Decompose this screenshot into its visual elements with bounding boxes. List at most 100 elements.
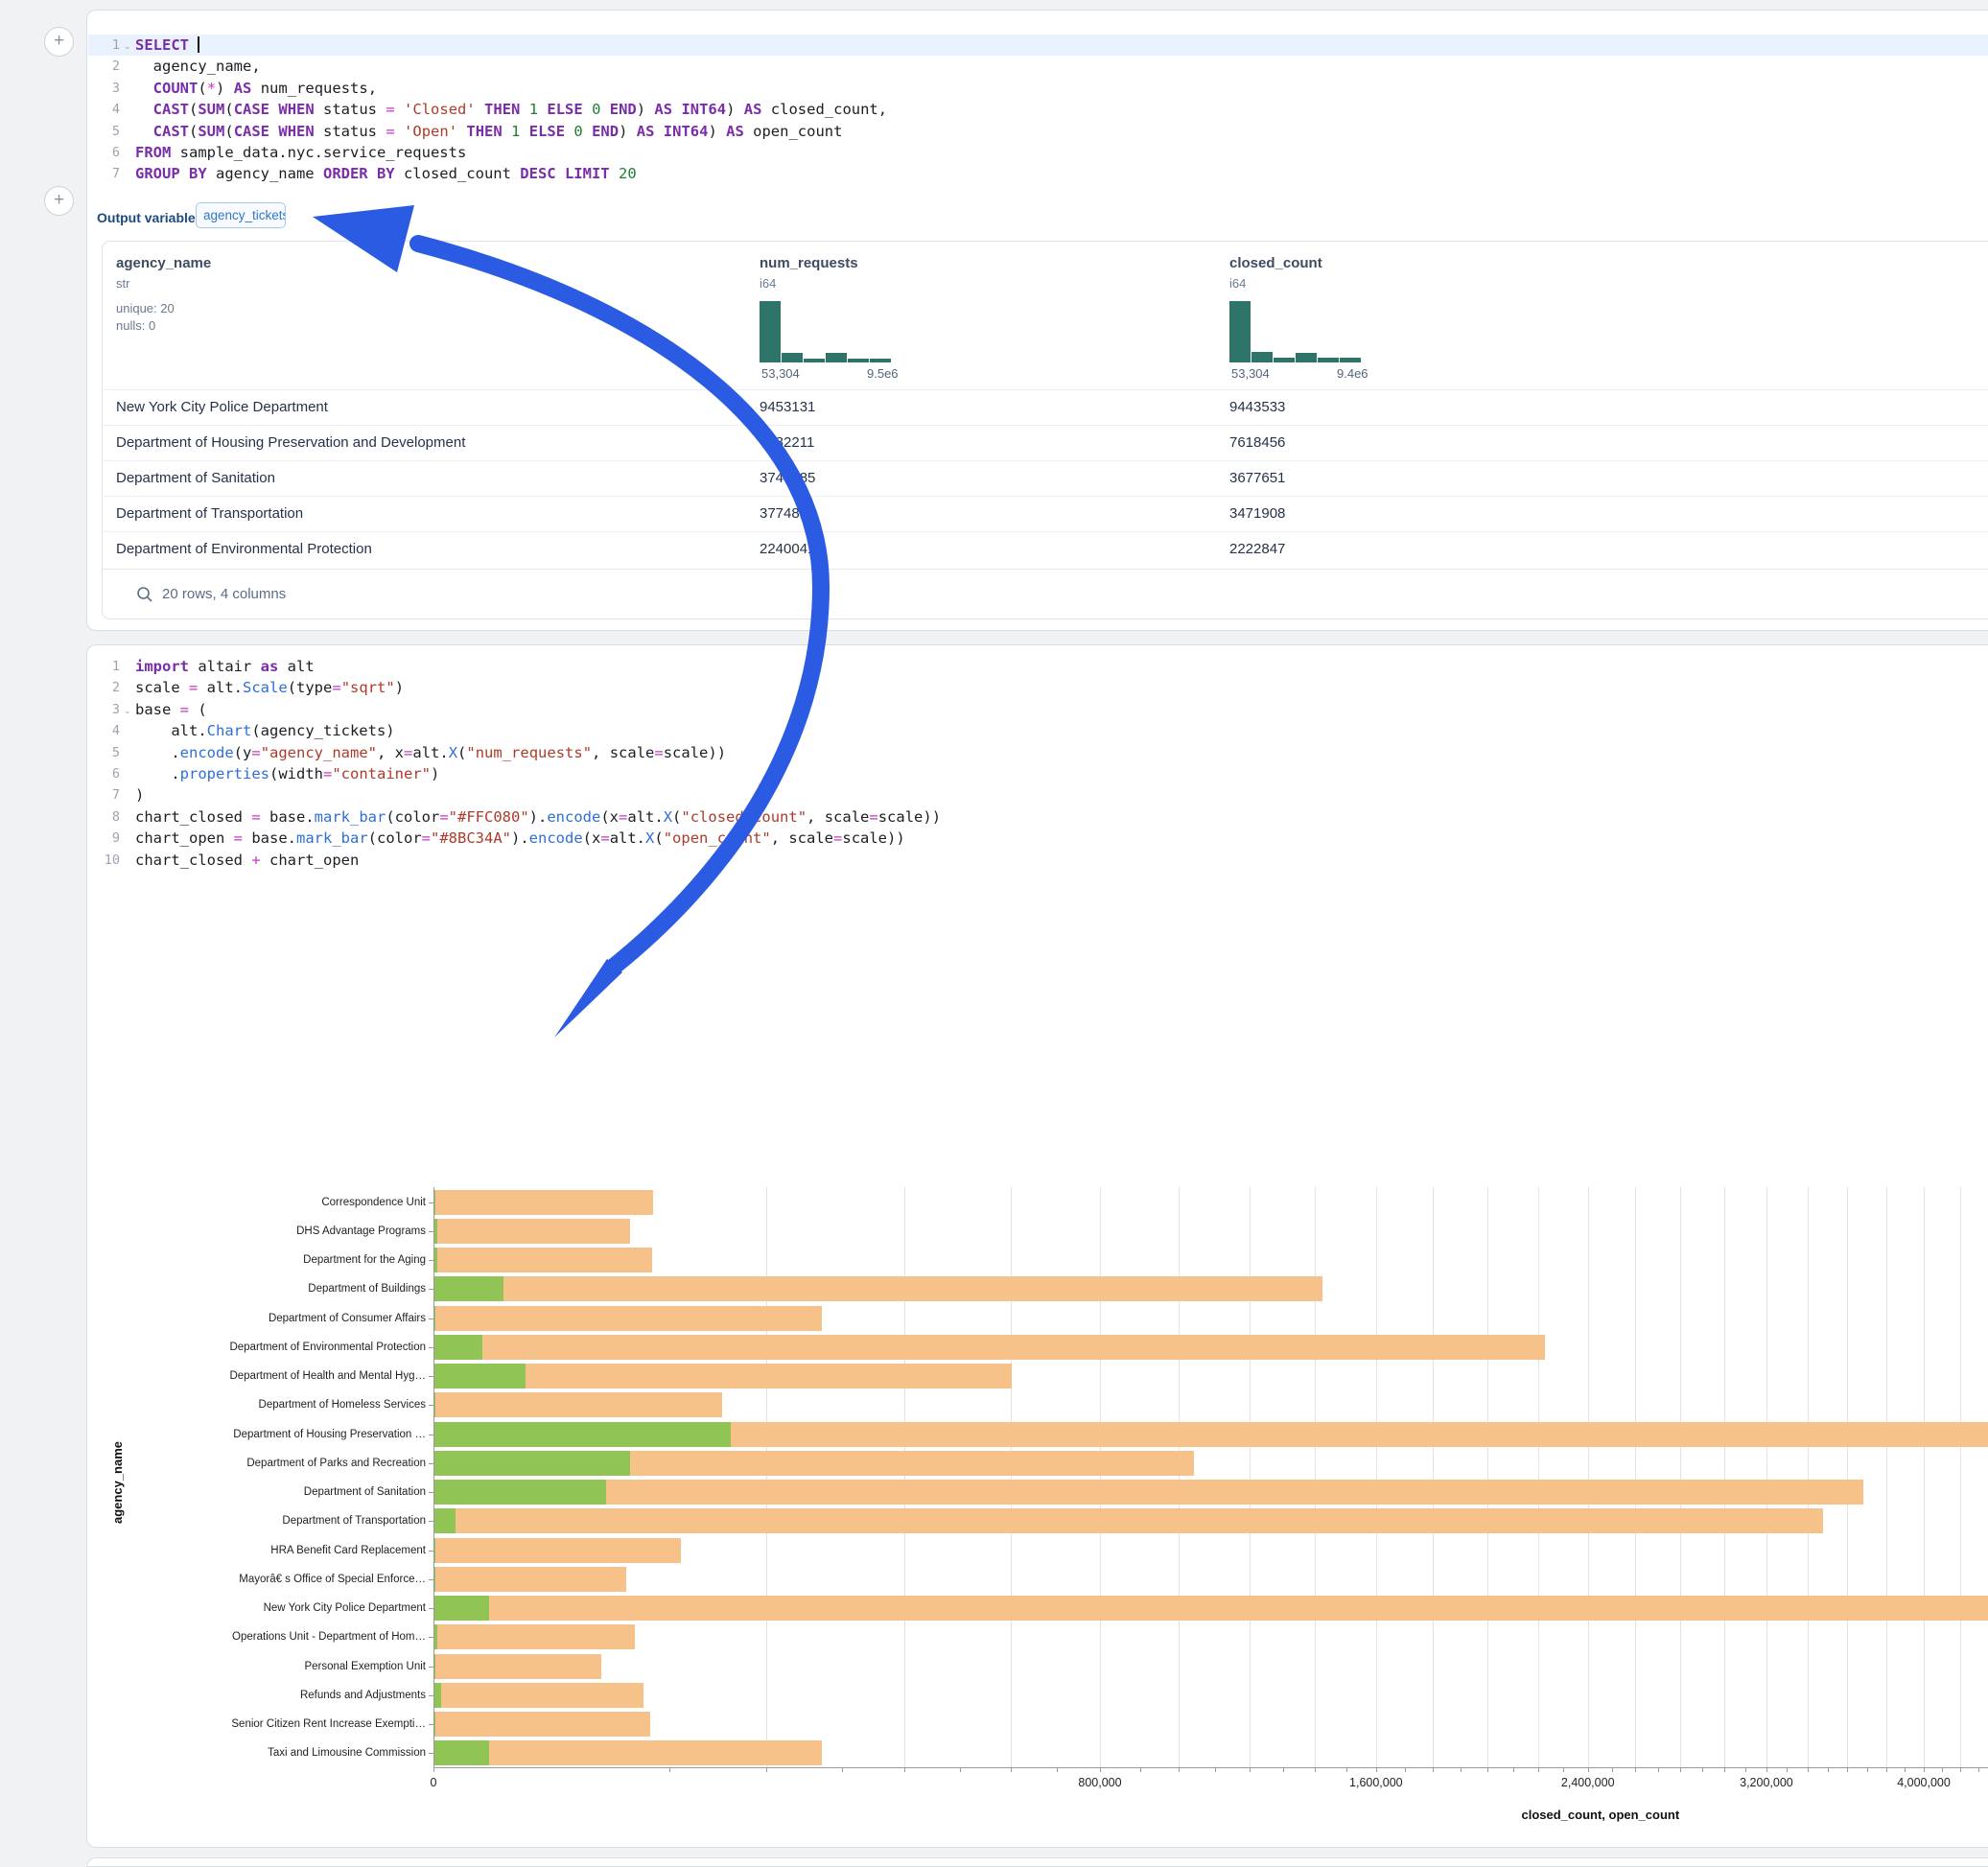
line-number: 3 xyxy=(87,78,120,99)
y-axis-tick xyxy=(429,1202,433,1203)
plus-icon: + xyxy=(54,31,64,51)
table-row[interactable]: New York City Police Department945313194… xyxy=(103,389,1988,425)
open_count-bar[interactable] xyxy=(434,1654,435,1679)
closed_count-bar[interactable] xyxy=(434,1683,643,1708)
open_count-bar[interactable] xyxy=(434,1422,731,1447)
y-axis-label: Department of Housing Preservation … xyxy=(119,1429,426,1440)
closed_count-bar[interactable] xyxy=(434,1596,1988,1621)
y-axis-label: Department of Transportation xyxy=(119,1515,426,1527)
code-line[interactable]: 5 CAST(SUM(CASE WHEN status = 'Open' THE… xyxy=(87,121,1988,142)
open_count-bar[interactable] xyxy=(434,1538,435,1563)
code-line[interactable]: 6FROM sample_data.nyc.service_requests xyxy=(87,142,1988,163)
bar-chart: 0800,0001,600,0002,400,0003,200,0004,000… xyxy=(87,645,1988,1847)
closed_count-bar[interactable] xyxy=(434,1624,635,1649)
add-cell-button-output[interactable]: + xyxy=(44,186,74,216)
gridline xyxy=(1179,1187,1180,1767)
open_count-bar[interactable] xyxy=(434,1306,435,1331)
sql-editor[interactable]: 1⌄SELECT 2 agency_name,3 COUNT(*) AS num… xyxy=(87,35,1988,185)
closed_count-bar[interactable] xyxy=(434,1740,822,1765)
closed_count-bar[interactable] xyxy=(434,1219,630,1244)
table-row[interactable]: Department of Environmental Protection22… xyxy=(103,531,1988,567)
open_count-bar[interactable] xyxy=(434,1480,606,1505)
open_count-bar[interactable] xyxy=(434,1190,435,1215)
column-histogram xyxy=(760,299,894,362)
closed_count-bar[interactable] xyxy=(434,1712,650,1737)
code-line[interactable]: 3 COUNT(*) AS num_requests, xyxy=(87,78,1988,99)
closed_count-bar[interactable] xyxy=(434,1248,652,1272)
y-axis-tick xyxy=(429,1551,433,1552)
open_count-bar[interactable] xyxy=(434,1567,435,1592)
y-axis-label: Senior Citizen Rent Increase Exempti… xyxy=(119,1718,426,1730)
closed_count-bar[interactable] xyxy=(434,1567,626,1592)
open_count-bar[interactable] xyxy=(434,1712,435,1737)
table-row[interactable]: Department of Housing Preservation and D… xyxy=(103,425,1988,460)
gridline xyxy=(1315,1187,1316,1767)
closed_count-bar[interactable] xyxy=(434,1508,1823,1533)
gridline xyxy=(1960,1187,1961,1767)
add-cell-button-top[interactable]: + xyxy=(44,27,74,57)
closed_count-bar[interactable] xyxy=(434,1335,1545,1360)
search-icon[interactable] xyxy=(135,585,154,604)
text-cursor xyxy=(198,36,199,53)
gridline xyxy=(1808,1187,1809,1767)
table-cell: 3471908 xyxy=(1229,497,1285,531)
open_count-bar[interactable] xyxy=(434,1335,482,1360)
closed_count-bar[interactable] xyxy=(434,1538,681,1563)
code-line[interactable]: 7GROUP BY agency_name ORDER BY closed_co… xyxy=(87,163,1988,184)
code-line[interactable]: 1⌄SELECT xyxy=(87,35,1988,56)
y-axis-label: Department of Health and Mental Hyg… xyxy=(119,1370,426,1382)
y-axis-tick xyxy=(429,1724,433,1725)
sql-cell: 1⌄SELECT 2 agency_name,3 COUNT(*) AS num… xyxy=(86,10,1988,631)
column-histogram xyxy=(1229,299,1364,362)
open_count-bar[interactable] xyxy=(434,1248,437,1272)
table-row[interactable]: Department of Sanitation37494853677651 xyxy=(103,460,1988,496)
x-axis-label: 4,000,000 xyxy=(1866,1776,1981,1789)
code-text: SELECT xyxy=(135,35,199,56)
code-text: agency_name, xyxy=(135,56,261,77)
closed_count-bar[interactable] xyxy=(434,1190,653,1215)
closed_count-bar[interactable] xyxy=(434,1654,601,1679)
closed_count-bar[interactable] xyxy=(434,1480,1863,1505)
y-axis-label: Taxi and Limousine Commission xyxy=(119,1747,426,1759)
output-variable-pill[interactable]: agency_tickets xyxy=(196,202,286,228)
collapse-caret-icon[interactable]: ⌄ xyxy=(124,41,131,52)
gridline xyxy=(766,1187,767,1767)
open_count-bar[interactable] xyxy=(434,1624,437,1649)
code-text: COUNT(*) AS num_requests, xyxy=(135,78,377,99)
x-axis-label: 2,400,000 xyxy=(1531,1776,1646,1789)
table-cell: 2222847 xyxy=(1229,532,1285,567)
gridline xyxy=(1100,1187,1101,1767)
open_count-bar[interactable] xyxy=(434,1364,526,1389)
open_count-bar[interactable] xyxy=(434,1740,489,1765)
column-header[interactable]: agency_name xyxy=(116,255,211,271)
table-cell: Department of Housing Preservation and D… xyxy=(116,426,465,460)
table-cell: 3749485 xyxy=(760,461,815,496)
code-line[interactable]: 4 CAST(SUM(CASE WHEN status = 'Closed' T… xyxy=(87,99,1988,120)
open_count-bar[interactable] xyxy=(434,1596,489,1621)
code-text: CAST(SUM(CASE WHEN status = 'Open' THEN … xyxy=(135,121,842,142)
y-axis-label: Refunds and Adjustments xyxy=(119,1690,426,1701)
closed_count-bar[interactable] xyxy=(434,1276,1322,1301)
y-axis-label: Department of Homeless Services xyxy=(119,1399,426,1411)
table-row[interactable]: Department of Transportation377489234719… xyxy=(103,496,1988,531)
table-cell: 9453131 xyxy=(760,390,815,425)
closed_count-bar[interactable] xyxy=(434,1392,722,1417)
y-axis-tick xyxy=(429,1289,433,1290)
histogram-min-label: 53,304 xyxy=(761,366,800,381)
closed_count-bar[interactable] xyxy=(434,1306,822,1331)
open_count-bar[interactable] xyxy=(434,1451,630,1476)
table-cell: 2240041 xyxy=(760,532,815,567)
y-axis-label: Department for the Aging xyxy=(119,1254,426,1266)
open_count-bar[interactable] xyxy=(434,1392,435,1417)
y-axis-tick xyxy=(429,1231,433,1232)
open_count-bar[interactable] xyxy=(434,1683,441,1708)
column-header[interactable]: num_requests xyxy=(760,255,858,271)
open_count-bar[interactable] xyxy=(434,1508,456,1533)
x-axis-title: closed_count, open_count xyxy=(1522,1808,1680,1822)
gridline xyxy=(1376,1187,1377,1767)
column-header[interactable]: closed_count xyxy=(1229,255,1322,271)
table-header: agency_namestrunique: 20nulls: 0num_requ… xyxy=(103,242,1988,389)
open_count-bar[interactable] xyxy=(434,1276,503,1301)
open_count-bar[interactable] xyxy=(434,1219,437,1244)
code-line[interactable]: 2 agency_name, xyxy=(87,56,1988,77)
